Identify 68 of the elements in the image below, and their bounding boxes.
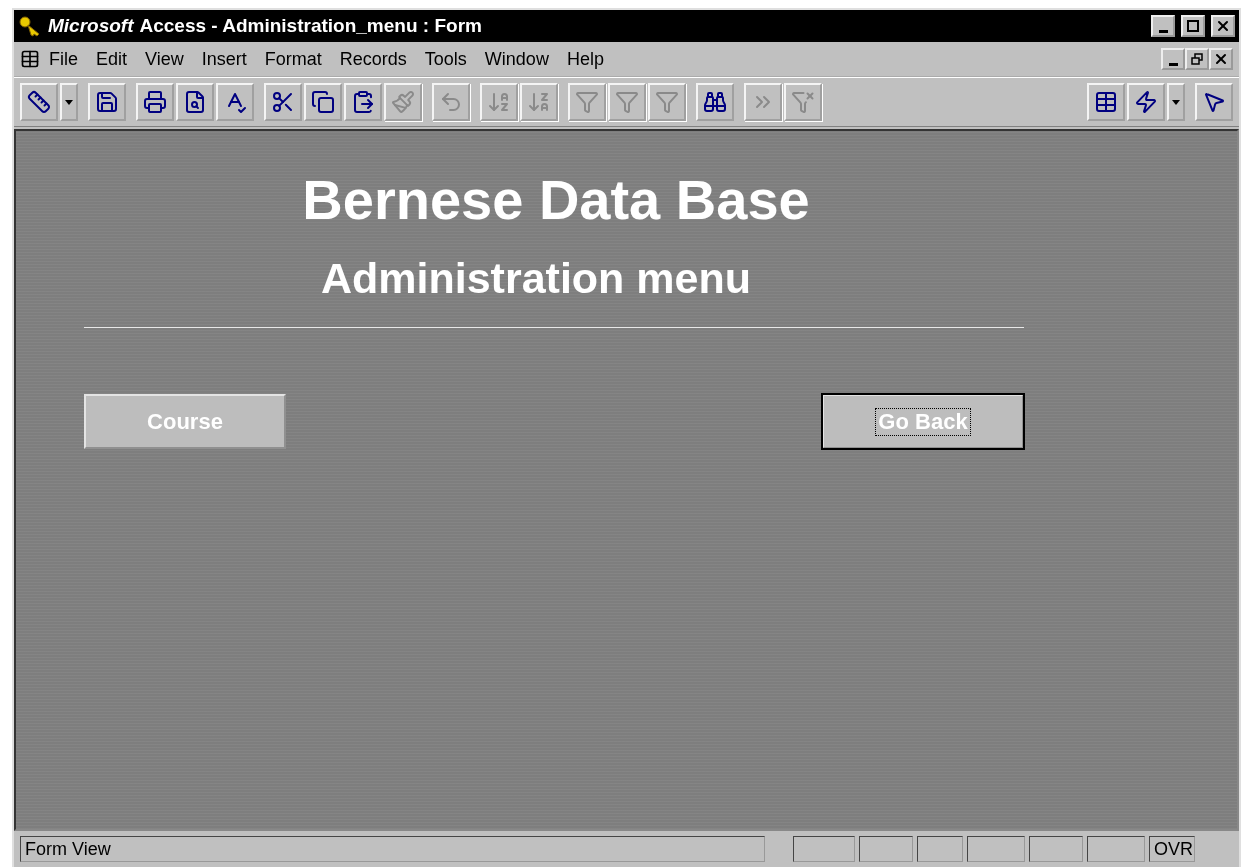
toolbar-button[interactable] <box>696 83 734 121</box>
toolbar-button[interactable] <box>216 83 254 121</box>
close-button[interactable] <box>1209 48 1233 70</box>
status-panel <box>1087 836 1145 862</box>
printer-icon <box>143 90 167 114</box>
minimize-button[interactable] <box>1151 15 1175 37</box>
status-panel <box>967 836 1025 862</box>
restore-button[interactable] <box>1185 48 1209 70</box>
filter-icon <box>575 90 599 114</box>
toolbar-button[interactable] <box>264 83 302 121</box>
save-icon <box>95 90 119 114</box>
restore-icon <box>1191 53 1203 65</box>
filter-icon <box>655 90 679 114</box>
help-pointer-icon <box>1202 90 1226 114</box>
form-title: Bernese Data Base <box>301 167 811 232</box>
table-icon <box>1094 90 1118 114</box>
minimize-icon <box>1168 62 1178 66</box>
toolbar-button[interactable] <box>176 83 214 121</box>
binoculars-icon <box>703 90 727 114</box>
copy-icon <box>311 90 335 114</box>
sort-ascending-icon <box>487 90 511 114</box>
sort-descending-icon <box>527 90 551 114</box>
minimize-button[interactable] <box>1161 48 1185 70</box>
app-brand: Microsoft <box>48 15 134 37</box>
maximize-icon <box>1187 20 1199 32</box>
caret-icon <box>1172 99 1180 105</box>
status-panel <box>917 836 963 862</box>
toolbar-button[interactable] <box>1195 83 1233 121</box>
paste-icon <box>351 90 375 114</box>
close-icon <box>1215 18 1231 34</box>
toolbar-button[interactable] <box>304 83 342 121</box>
close-button[interactable] <box>1211 15 1235 37</box>
maximize-button[interactable] <box>1181 15 1205 37</box>
menu-item[interactable]: Tools <box>415 48 476 70</box>
close-icon <box>1213 51 1229 67</box>
menu-item[interactable]: Edit <box>87 48 137 70</box>
toolbar-button[interactable] <box>88 83 126 121</box>
preview-icon <box>183 90 207 114</box>
status-panel <box>793 836 855 862</box>
status-indicator: OVR <box>1154 838 1193 860</box>
caret-icon <box>65 99 73 105</box>
toolbar-button[interactable] <box>136 83 174 121</box>
paintbrush-icon <box>391 90 415 114</box>
dropdown-button[interactable] <box>60 83 78 121</box>
lightning-icon <box>1134 90 1158 114</box>
menu-item[interactable]: Format <box>255 48 331 70</box>
menu-item[interactable]: Help <box>557 48 613 70</box>
window-title: Access - Administration_menu : Form <box>139 15 483 37</box>
menu-item[interactable]: View <box>136 48 193 70</box>
toolbar-button[interactable] <box>344 83 382 121</box>
menu-item[interactable]: Insert <box>192 48 256 70</box>
form-icon[interactable] <box>20 49 40 69</box>
menu-item[interactable]: Window <box>475 48 558 70</box>
scissors-icon <box>271 90 295 114</box>
key-icon <box>18 15 42 37</box>
menu-item[interactable]: Records <box>330 48 416 70</box>
status-panel <box>1029 836 1083 862</box>
status-message: Form View <box>25 838 111 860</box>
toolbar-button[interactable] <box>1087 83 1125 121</box>
form-subtitle: Administration menu <box>320 254 752 303</box>
status-panel <box>859 836 913 862</box>
toolbar-button[interactable] <box>1127 83 1165 121</box>
filter-icon <box>615 90 639 114</box>
toolbar-button[interactable] <box>20 83 58 121</box>
minimize-icon <box>1158 29 1168 33</box>
undo-icon <box>439 90 463 114</box>
menu-item[interactable]: File <box>40 48 87 70</box>
dropdown-button[interactable] <box>1167 83 1185 121</box>
